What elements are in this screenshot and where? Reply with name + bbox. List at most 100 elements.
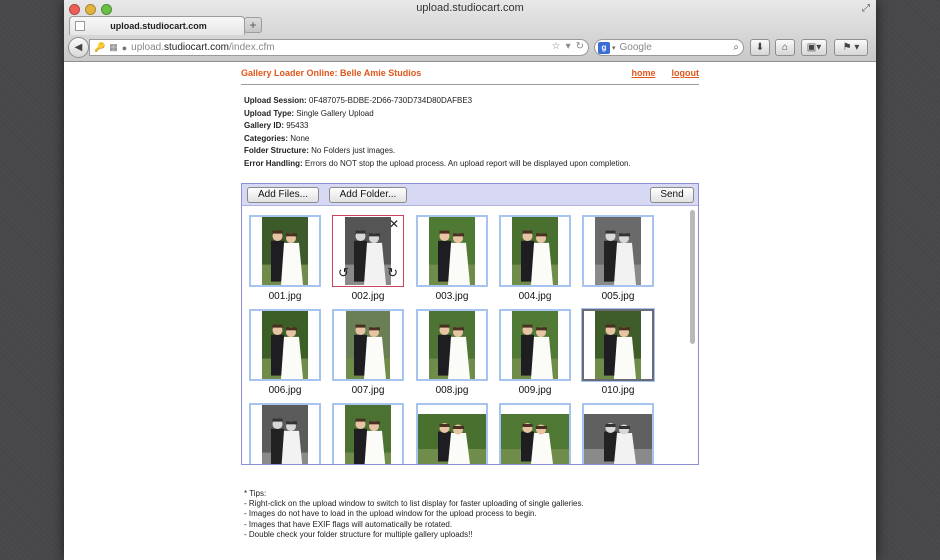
key-icon: 🔑 — [94, 42, 106, 52]
thumbnail-image — [418, 414, 486, 464]
info-label: Error Handling: — [244, 158, 303, 168]
extensions-button[interactable]: ⚑ ▾ — [834, 39, 868, 56]
reload-icon[interactable]: ↻ — [576, 41, 584, 52]
browser-titlebar: upload.studiocart.com ⤢ upload.studiocar… — [64, 0, 876, 62]
info-value: None — [288, 133, 310, 143]
rotate-right-icon[interactable]: ↻ — [387, 265, 398, 281]
info-row: Gallery ID: 95433 — [244, 120, 699, 133]
thumbnail[interactable] — [249, 309, 321, 381]
home-button[interactable]: ⌂ — [775, 39, 795, 56]
tip-line: - Images do not have to load in the uplo… — [244, 509, 537, 519]
remove-icon[interactable]: ✕ — [389, 217, 399, 231]
thumbnail-image — [345, 405, 391, 464]
web-page: Gallery Loader Online: Belle Amie Studio… — [64, 63, 876, 560]
thumbnail[interactable] — [332, 309, 404, 381]
thumbnail[interactable] — [582, 215, 654, 287]
tips: * Tips: - Right-click on the upload windo… — [244, 489, 584, 540]
thumbnail-filename: 006.jpg — [268, 385, 302, 396]
thumbnail-image — [584, 414, 652, 464]
thumbnail[interactable] — [332, 403, 404, 464]
page-header: Gallery Loader Online: Belle Amie Studio… — [241, 63, 699, 85]
browser-toolbar: ◀ 🔑 ▦ ● upload.studiocart.com/index.cfm … — [64, 36, 876, 60]
thumbnail-filename: 004.jpg — [518, 291, 552, 302]
tab-label: upload.studiocart.com — [110, 21, 207, 31]
scrollbar-thumb[interactable] — [690, 210, 695, 344]
dropdown-arrow-icon[interactable]: ▾ — [566, 41, 571, 52]
back-button[interactable]: ◀ — [68, 37, 89, 58]
page-icon: ▦ — [109, 42, 118, 52]
globe-icon: ● — [121, 42, 128, 53]
downloads-button[interactable]: ⬇ — [750, 39, 770, 56]
bookmark-star-icon[interactable]: ☆ — [552, 41, 561, 52]
thumbnail[interactable] — [249, 215, 321, 287]
header-links: home logout — [631, 68, 699, 78]
thumbnail[interactable] — [581, 308, 655, 382]
thumbnail[interactable] — [499, 215, 571, 287]
home-link[interactable]: home — [631, 68, 655, 78]
send-button[interactable]: Send — [650, 187, 694, 203]
tip-line: - Right-click on the upload window to sw… — [244, 499, 584, 509]
thumbnail[interactable] — [416, 403, 488, 464]
info-value: Errors do NOT stop the upload process. A… — [302, 158, 631, 168]
search-icon[interactable]: ⌕ — [733, 42, 739, 53]
thumbnail-image — [595, 311, 641, 379]
thumbnail-image — [512, 311, 558, 379]
scrollbar[interactable] — [686, 207, 698, 464]
thumbnail[interactable] — [416, 309, 488, 381]
tip-line: * Tips: — [244, 489, 267, 498]
logout-link[interactable]: logout — [672, 68, 700, 78]
info-label: Upload Session: — [244, 96, 307, 105]
favicon-icon — [75, 21, 85, 31]
thumbnail-filename: 001.jpg — [268, 291, 302, 302]
search-engine-dropdown-icon[interactable]: ▾ — [612, 44, 616, 52]
info-value: 0F487075-BDBE-2D66-730D734D80DAFBE3 — [306, 96, 473, 105]
thumbnail-filename: 009.jpg — [518, 385, 552, 396]
info-row: Categories: None — [244, 133, 699, 146]
fullscreen-icon[interactable]: ⤢ — [862, 3, 870, 14]
url-prefix: upload. — [131, 42, 164, 53]
url-path: /index.cfm — [229, 42, 275, 53]
thumbnail-filename: 003.jpg — [435, 291, 469, 302]
new-tab-button[interactable]: + — [244, 17, 262, 33]
address-bar[interactable]: 🔑 ▦ ● upload.studiocart.com/index.cfm ☆ … — [89, 39, 589, 56]
thumbnail-image — [262, 311, 308, 379]
thumbnail-image — [595, 217, 641, 285]
thumbnail-image — [512, 217, 558, 285]
info-row: Upload Session: 0F487075-BDBE-2D66-730D7… — [244, 95, 699, 108]
thumbnail-image — [262, 405, 308, 464]
thumbnail-filename: 007.jpg — [351, 385, 385, 396]
info-label: Categories: — [244, 133, 289, 143]
search-input[interactable]: Google — [620, 42, 652, 53]
thumbnail-filename: 008.jpg — [435, 385, 469, 396]
thumbnail-image — [501, 414, 569, 464]
thumbnail[interactable] — [249, 403, 321, 464]
bookmarks-button[interactable]: ▣▾ — [801, 39, 827, 56]
add-folder-button[interactable]: Add Folder... — [329, 187, 407, 203]
window-title: upload.studiocart.com — [416, 2, 524, 14]
thumbnail-filename: 005.jpg — [601, 291, 635, 302]
thumbnail-image — [346, 311, 390, 379]
upload-toolbar: Add Files... Add Folder... Send — [242, 184, 698, 206]
thumbnail-tools: ✕ ↺ ↻ — [333, 216, 403, 286]
thumbnail-grid[interactable]: 001.jpg ✕ ↺ ↻ 002.jpg 003.jpg 004.jpg 005.jpg 00… — [242, 207, 686, 464]
add-files-button[interactable]: Add Files... — [247, 187, 319, 203]
info-value: No Folders just images. — [308, 146, 396, 156]
thumbnail[interactable]: ✕ ↺ ↻ — [332, 215, 404, 287]
thumbnail[interactable] — [499, 309, 571, 381]
tip-line: - Double check your folder structure for… — [244, 529, 473, 539]
browser-tab[interactable]: upload.studiocart.com — [69, 16, 245, 35]
thumbnail-filename: 010.jpg — [601, 385, 635, 396]
search-bar[interactable]: g ▾ Google ⌕ — [594, 39, 744, 56]
thumbnail-filename: 002.jpg — [351, 291, 385, 302]
rotate-left-icon[interactable]: ↺ — [338, 265, 349, 281]
info-value: 95433 — [284, 121, 309, 131]
info-value: Single Gallery Upload — [294, 108, 374, 118]
info-row: Upload Type: Single Gallery Upload — [244, 108, 699, 121]
upload-window[interactable]: Add Files... Add Folder... Send 001.jpg ✕… — [241, 183, 699, 465]
info-row: Error Handling: Errors do NOT stop the u… — [244, 158, 699, 171]
thumbnail[interactable] — [416, 215, 488, 287]
google-icon[interactable]: g — [598, 41, 610, 54]
thumbnail[interactable] — [499, 403, 571, 464]
thumbnail[interactable] — [582, 403, 654, 464]
info-label: Upload Type: — [244, 108, 295, 118]
